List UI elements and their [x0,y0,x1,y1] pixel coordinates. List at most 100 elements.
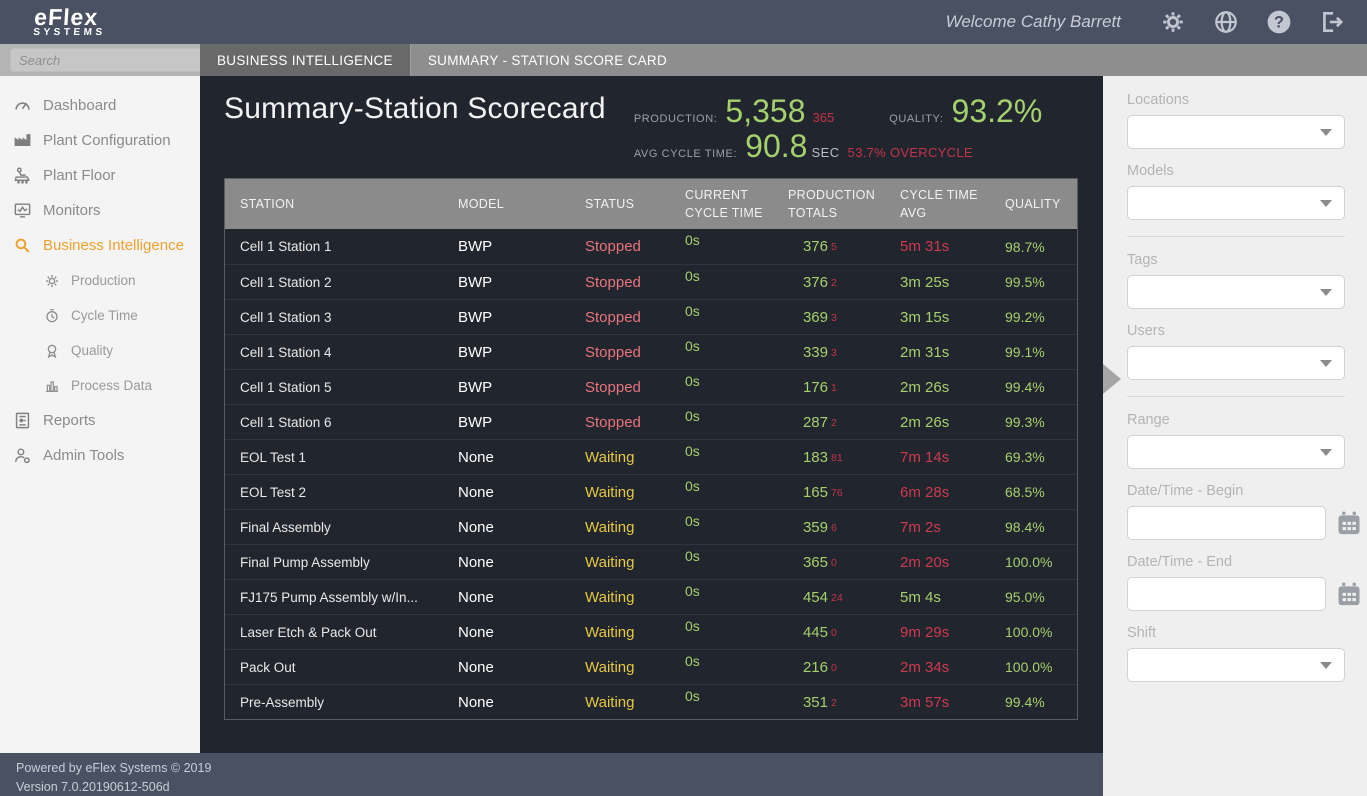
table-row[interactable]: FJ175 Pump Assembly w/In... None Waiting… [225,579,1077,614]
production-total-value: 369 [788,309,828,326]
table-body: Cell 1 Station 1 BWP Stopped 0s 3765 5m … [225,229,1077,719]
production-reject-count: 2 [831,277,837,289]
production-total-value: 287 [788,414,828,431]
model-cell: None [458,659,585,676]
model-cell: None [458,519,585,536]
production-total-value: 165 [788,484,828,501]
datetime-begin-input[interactable] [1127,506,1326,540]
settings-icon[interactable] [1160,9,1186,35]
sidebar-item-monitors[interactable]: Monitors [0,193,200,228]
model-cell: None [458,449,585,466]
station-cell: Final Pump Assembly [225,555,458,570]
range-dropdown[interactable] [1127,435,1345,469]
table-row[interactable]: Cell 1 Station 6 BWP Stopped 0s 2872 2m … [225,404,1077,439]
status-cell: Stopped [585,379,685,396]
station-cell: Pre-Assembly [225,695,458,710]
sidebar-item-plant-floor[interactable]: Plant Floor [0,158,200,193]
column-header-model: MODEL [458,195,585,213]
production-totals-cell: 3650 [788,554,900,571]
quality-cell: 99.4% [1005,379,1077,395]
table-row[interactable]: EOL Test 2 None Waiting 0s 16576 6m 28s … [225,474,1077,509]
model-cell: None [458,484,585,501]
eflex-logo: eFlex SYSTEMS [33,6,108,38]
calendar-icon[interactable] [1335,580,1363,608]
tab-summary-station-score-card[interactable]: SUMMARY - STATION SCORE CARD [410,44,684,76]
search-input[interactable] [10,48,206,72]
status-cell: Stopped [585,238,685,255]
table-row[interactable]: Cell 1 Station 1 BWP Stopped 0s 3765 5m … [225,229,1077,264]
shift-dropdown[interactable] [1127,648,1345,682]
table-row[interactable]: Pack Out None Waiting 0s 2160 2m 34s 100… [225,649,1077,684]
sidebar-item-cycle-time[interactable]: Cycle Time [0,298,200,333]
production-reject-count: 2 [831,417,837,429]
production-totals-cell: 16576 [788,484,900,501]
production-total-value: 365 [788,554,828,571]
sidebar-item-process-data[interactable]: Process Data [0,368,200,403]
sidebar-item-business-intelligence[interactable]: Business Intelligence [0,228,200,263]
tab-business-intelligence[interactable]: BUSINESS INTELLIGENCE [200,44,410,76]
logout-icon[interactable] [1319,9,1345,35]
filter-panel-collapse-icon[interactable] [1103,364,1121,394]
sidebar-item-production[interactable]: Production [0,263,200,298]
sidebar-item-reports[interactable]: Reports [0,403,200,438]
production-total-value: 359 [788,519,828,536]
models-dropdown[interactable] [1127,186,1345,220]
calendar-icon[interactable] [1335,509,1363,537]
quality-cell: 100.0% [1005,659,1077,675]
table-row[interactable]: Final Pump Assembly None Waiting 0s 3650… [225,544,1077,579]
range-label: Range [1127,412,1345,428]
stats-row-2: AVG CYCLE TIME: 90.8 SEC 53.7% OVERCYCLE [634,129,1042,164]
users-dropdown[interactable] [1127,346,1345,380]
table-row[interactable]: Final Assembly None Waiting 0s 3596 7m 2… [225,509,1077,544]
status-cell: Waiting [585,449,685,466]
datetime-begin-label: Date/Time - Begin [1127,483,1345,499]
table-row[interactable]: Laser Etch & Pack Out None Waiting 0s 44… [225,614,1077,649]
quality-cell: 100.0% [1005,624,1077,640]
table-row[interactable]: EOL Test 1 None Waiting 0s 18381 7m 14s … [225,439,1077,474]
users-label: Users [1127,323,1345,339]
table-row[interactable]: Cell 1 Station 2 BWP Stopped 0s 3762 3m … [225,264,1077,299]
production-secondary-value: 365 [813,110,835,125]
filter-group-tags: Tags [1127,252,1345,309]
datetime-end-input[interactable] [1127,577,1326,611]
production-totals-cell: 3596 [788,519,900,536]
sidebar-item-admin-tools[interactable]: Admin Tools [0,438,200,473]
production-reject-count: 0 [831,557,837,569]
globe-icon[interactable] [1213,9,1239,35]
avg-cycle-time-unit: SEC [811,145,839,160]
station-cell: Cell 1 Station 1 [225,239,458,254]
model-cell: BWP [458,238,585,255]
filter-group-datetime-end: Date/Time - End [1127,554,1345,611]
filter-group-datetime-begin: Date/Time - Begin [1127,483,1345,540]
current-cycle-time-cell: 0s [685,580,788,599]
sidebar-item-dashboard[interactable]: Dashboard [0,88,200,123]
column-header-production-totals: PRODUCTION TOTALS [788,186,900,222]
cycle-time-avg-cell: 2m 20s [900,554,1005,571]
locations-dropdown[interactable] [1127,115,1345,149]
sidebar-item-quality[interactable]: Quality [0,333,200,368]
table-row[interactable]: Cell 1 Station 5 BWP Stopped 0s 1761 2m … [225,369,1077,404]
timer-icon [44,308,60,324]
footer: Powered by eFlex Systems © 2019 Version … [0,753,1103,796]
sidebar-item-label: Quality [71,343,113,358]
quality-cell: 98.4% [1005,519,1077,535]
sidebar-item-plant-configuration[interactable]: Plant Configuration [0,123,200,158]
status-cell: Stopped [585,309,685,326]
production-label: PRODUCTION: [634,113,718,125]
welcome-text: Welcome Cathy Barrett [946,12,1121,32]
table-row[interactable]: Cell 1 Station 4 BWP Stopped 0s 3393 2m … [225,334,1077,369]
model-cell: None [458,624,585,641]
quality-cell: 100.0% [1005,554,1077,570]
status-cell: Waiting [585,659,685,676]
table-row[interactable]: Cell 1 Station 3 BWP Stopped 0s 3693 3m … [225,299,1077,334]
quality-cell: 99.2% [1005,309,1077,325]
cycle-time-avg-cell: 2m 26s [900,379,1005,396]
table-row[interactable]: Pre-Assembly None Waiting 0s 3512 3m 57s… [225,684,1077,719]
summary-stats: PRODUCTION: 5,358 365 QUALITY: 93.2% AVG… [634,92,1042,164]
tags-dropdown[interactable] [1127,275,1345,309]
sub-bar: BUSINESS INTELLIGENCE SUMMARY - STATION … [0,44,1367,76]
production-reject-count: 3 [831,312,837,324]
status-cell: Waiting [585,624,685,641]
help-icon[interactable]: ? [1266,9,1292,35]
current-cycle-time-cell: 0s [685,300,788,319]
